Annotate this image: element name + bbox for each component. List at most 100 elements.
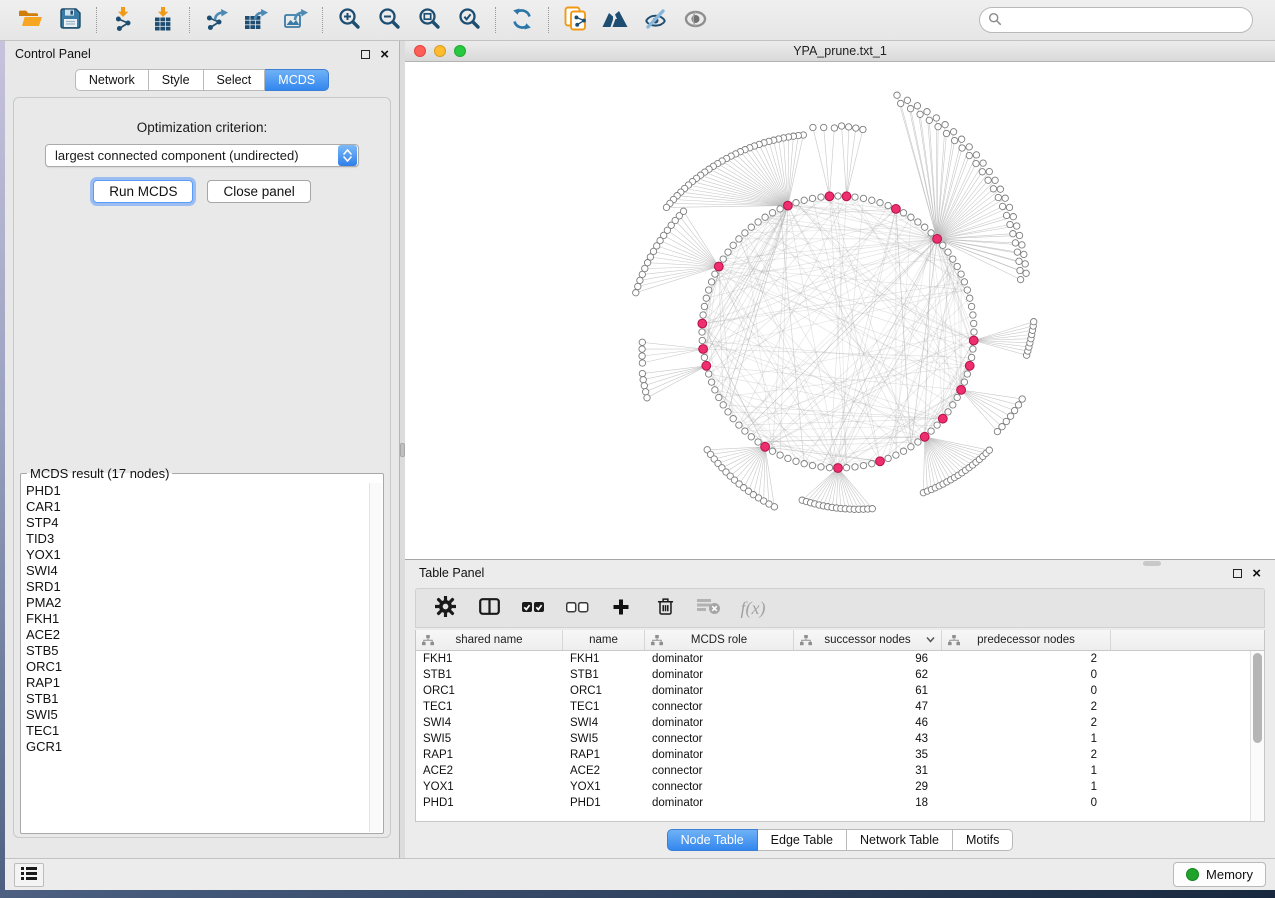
cell-successor-nodes[interactable]: 46: [794, 715, 942, 731]
mcds-result-item[interactable]: SRD1: [26, 579, 369, 595]
mcds-result-item[interactable]: CAR1: [26, 499, 369, 515]
cell-MCDS-role[interactable]: dominator: [645, 795, 794, 811]
cell-name[interactable]: ACE2: [563, 763, 645, 779]
mcds-result-item[interactable]: GCR1: [26, 739, 369, 755]
cell-MCDS-role[interactable]: connector: [645, 699, 794, 715]
result-list-scrollbar[interactable]: [369, 483, 382, 832]
cell-name[interactable]: SWI4: [563, 715, 645, 731]
table-mode-gear-button[interactable]: [428, 593, 462, 623]
cell-predecessor-nodes[interactable]: 2: [942, 651, 1111, 667]
cell-successor-nodes[interactable]: 35: [794, 747, 942, 763]
open-session-button[interactable]: [10, 3, 50, 37]
cell-predecessor-nodes[interactable]: 1: [942, 763, 1111, 779]
table-row[interactable]: STB1STB1dominator620: [416, 667, 1264, 683]
search-box[interactable]: [979, 7, 1253, 33]
cell-name[interactable]: STB1: [563, 667, 645, 683]
cell-successor-nodes[interactable]: 31: [794, 763, 942, 779]
cell-MCDS-role[interactable]: dominator: [645, 667, 794, 683]
close-panel-button[interactable]: Close panel: [207, 180, 310, 203]
table-row[interactable]: SWI5SWI5connector431: [416, 731, 1264, 747]
cell-successor-nodes[interactable]: 29: [794, 779, 942, 795]
mcds-result-item[interactable]: TID3: [26, 531, 369, 547]
column-header-predecessor-nodes[interactable]: predecessor nodes: [942, 630, 1111, 650]
delete-column-button[interactable]: [648, 593, 682, 623]
column-header-successor-nodes[interactable]: successor nodes: [794, 630, 942, 650]
cell-predecessor-nodes[interactable]: 0: [942, 795, 1111, 811]
cell-predecessor-nodes[interactable]: 1: [942, 779, 1111, 795]
cell-name[interactable]: TEC1: [563, 699, 645, 715]
cell-MCDS-role[interactable]: dominator: [645, 715, 794, 731]
tab-style[interactable]: Style: [149, 69, 204, 91]
show-panels-button[interactable]: [14, 863, 44, 887]
cell-MCDS-role[interactable]: connector: [645, 763, 794, 779]
memory-button[interactable]: Memory: [1173, 862, 1266, 887]
cell-MCDS-role[interactable]: connector: [645, 779, 794, 795]
column-header-MCDS-role[interactable]: MCDS role: [645, 630, 794, 650]
column-header-name[interactable]: name: [563, 630, 645, 650]
table-scrollbar-thumb[interactable]: [1253, 653, 1262, 743]
table-row[interactable]: TEC1TEC1connector472: [416, 699, 1264, 715]
cell-shared-name[interactable]: YOX1: [416, 779, 563, 795]
cell-name[interactable]: YOX1: [563, 779, 645, 795]
zoom-selected-button[interactable]: [449, 3, 489, 37]
tab-node-table[interactable]: Node Table: [667, 829, 758, 851]
float-panel-icon[interactable]: [361, 50, 370, 59]
close-table-panel-icon[interactable]: ×: [1252, 569, 1261, 578]
mcds-result-item[interactable]: PMA2: [26, 595, 369, 611]
cell-name[interactable]: SWI5: [563, 731, 645, 747]
close-panel-icon[interactable]: ×: [380, 50, 389, 59]
cell-shared-name[interactable]: RAP1: [416, 747, 563, 763]
float-table-panel-icon[interactable]: [1233, 569, 1242, 578]
run-mcds-button[interactable]: Run MCDS: [93, 180, 193, 203]
table-row[interactable]: RAP1RAP1dominator352: [416, 747, 1264, 763]
select-all-rows-button[interactable]: [516, 593, 550, 623]
network-window-titlebar[interactable]: YPA_prune.txt_1: [405, 41, 1275, 62]
tab-network[interactable]: Network: [75, 69, 149, 91]
cell-shared-name[interactable]: PHD1: [416, 795, 563, 811]
cell-successor-nodes[interactable]: 62: [794, 667, 942, 683]
export-image-button[interactable]: [276, 3, 316, 37]
cell-successor-nodes[interactable]: 43: [794, 731, 942, 747]
cell-shared-name[interactable]: TEC1: [416, 699, 563, 715]
cell-predecessor-nodes[interactable]: 1: [942, 731, 1111, 747]
table-scrollbar[interactable]: [1250, 651, 1264, 821]
zoom-fit-button[interactable]: [409, 3, 449, 37]
mcds-result-item[interactable]: SWI5: [26, 707, 369, 723]
cell-predecessor-nodes[interactable]: 2: [942, 699, 1111, 715]
zoom-in-button[interactable]: [329, 3, 369, 37]
table-row[interactable]: YOX1YOX1connector291: [416, 779, 1264, 795]
cell-name[interactable]: FKH1: [563, 651, 645, 667]
cell-successor-nodes[interactable]: 18: [794, 795, 942, 811]
tab-edge-table[interactable]: Edge Table: [758, 829, 847, 851]
cell-successor-nodes[interactable]: 96: [794, 651, 942, 667]
deselect-all-rows-button[interactable]: [560, 593, 594, 623]
mcds-result-item[interactable]: TEC1: [26, 723, 369, 739]
mcds-result-item[interactable]: STP4: [26, 515, 369, 531]
mcds-result-item[interactable]: FKH1: [26, 611, 369, 627]
export-network-button[interactable]: [196, 3, 236, 37]
zoom-out-button[interactable]: [369, 3, 409, 37]
export-table-button[interactable]: [236, 3, 276, 37]
optimization-criterion-select[interactable]: largest connected component (undirected): [45, 144, 359, 167]
cell-predecessor-nodes[interactable]: 2: [942, 747, 1111, 763]
mcds-result-item[interactable]: ACE2: [26, 627, 369, 643]
network-from-selection-button[interactable]: [555, 3, 595, 37]
cell-name[interactable]: ORC1: [563, 683, 645, 699]
mcds-result-item[interactable]: YOX1: [26, 547, 369, 563]
cell-MCDS-role[interactable]: dominator: [645, 683, 794, 699]
cell-shared-name[interactable]: ORC1: [416, 683, 563, 699]
tab-network-table[interactable]: Network Table: [847, 829, 953, 851]
cell-successor-nodes[interactable]: 47: [794, 699, 942, 715]
mcds-result-item[interactable]: ORC1: [26, 659, 369, 675]
tab-mcds[interactable]: MCDS: [265, 69, 329, 91]
table-row[interactable]: FKH1FKH1dominator962: [416, 651, 1264, 667]
binoculars-button[interactable]: [595, 3, 635, 37]
cell-MCDS-role[interactable]: dominator: [645, 747, 794, 763]
apply-layout-button[interactable]: [502, 3, 542, 37]
mcds-result-item[interactable]: STB1: [26, 691, 369, 707]
import-table-button[interactable]: [143, 3, 183, 37]
cell-name[interactable]: PHD1: [563, 795, 645, 811]
mcds-result-item[interactable]: PHD1: [26, 483, 369, 499]
cell-shared-name[interactable]: FKH1: [416, 651, 563, 667]
cell-shared-name[interactable]: STB1: [416, 667, 563, 683]
